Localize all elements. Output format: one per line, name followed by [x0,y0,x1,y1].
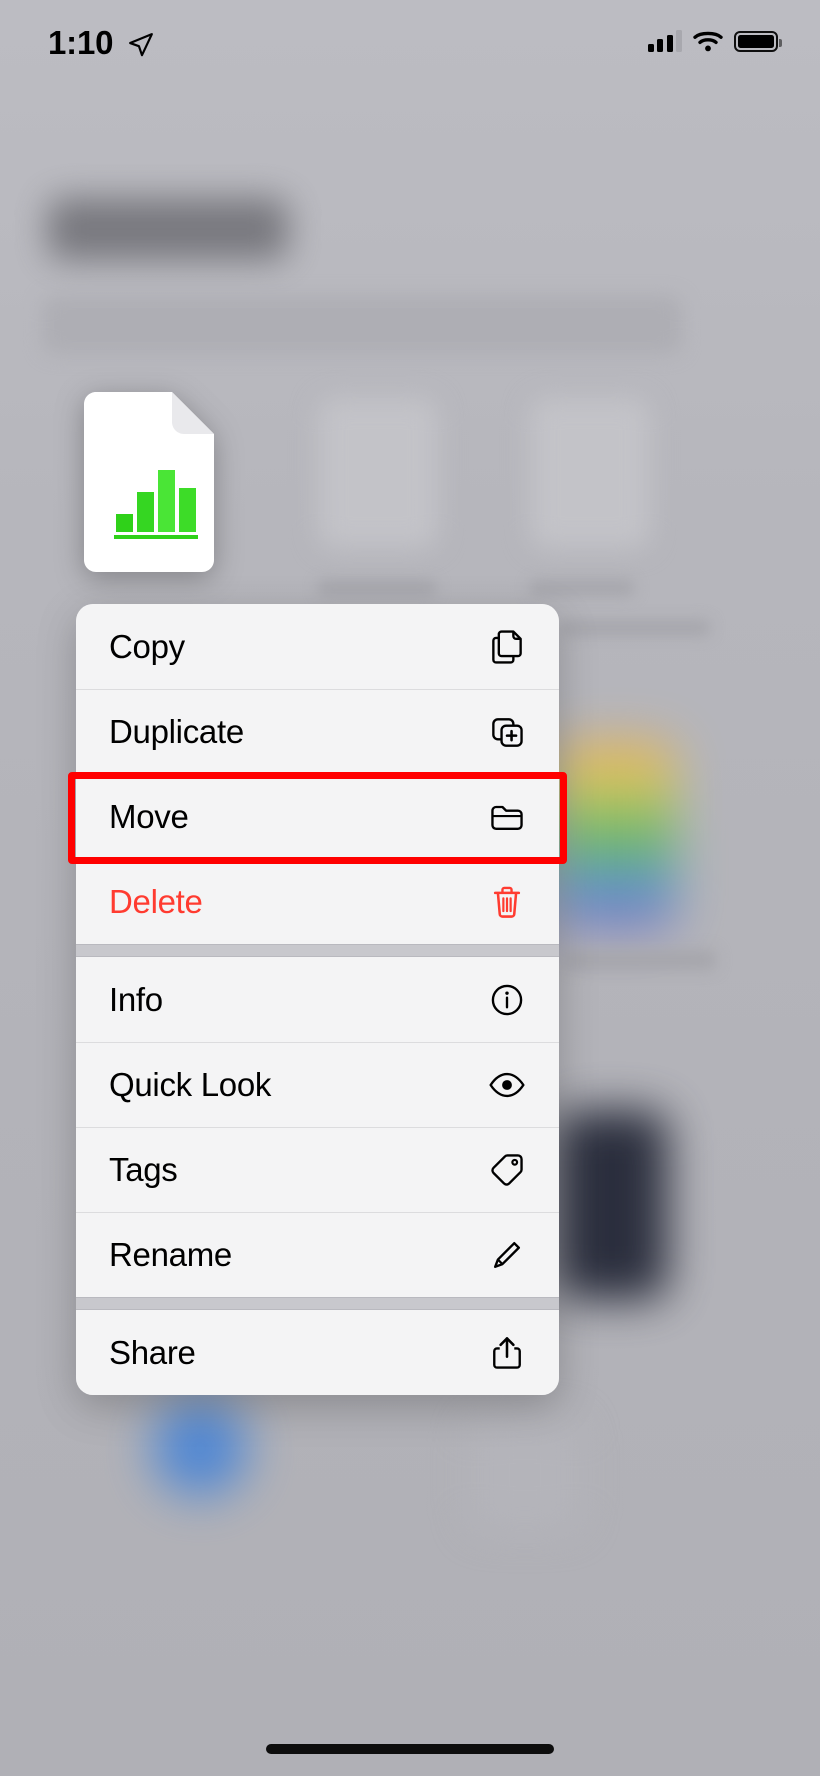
menu-group-separator [76,1297,559,1310]
blurred-search-field [42,296,682,354]
menu-item-copy[interactable]: Copy [76,604,559,689]
status-bar: 1:10 [0,0,820,96]
blurred-file-label [560,620,710,636]
blurred-page-title [48,198,288,260]
status-bar-indicators [647,30,782,52]
numbers-spreadsheet-file-icon[interactable] [76,392,214,572]
info-circle-icon [485,978,529,1022]
blurred-file-label [566,950,716,970]
battery-full-icon [734,31,782,52]
menu-item-quick-look[interactable]: Quick Look [76,1042,559,1127]
menu-item-rename[interactable]: Rename [76,1212,559,1297]
menu-item-label: Delete [109,883,203,920]
menu-item-label: Copy [109,627,185,665]
menu-item-label: Info [109,980,163,1018]
eye-icon [485,1063,529,1107]
menu-item-label: Share [109,1333,196,1371]
blurred-gray-thumbnail [470,1420,580,1530]
folder-icon [485,795,529,839]
tag-icon [485,1148,529,1192]
status-bar-time: 1:10 [48,24,114,61]
location-arrow-icon [129,33,153,57]
menu-item-label: Move [109,798,189,835]
menu-item-tags[interactable]: Tags [76,1127,559,1212]
copy-documents-icon [485,625,529,669]
pencil-icon [485,1233,529,1277]
menu-item-label: Tags [109,1151,178,1188]
menu-item-delete[interactable]: Delete [76,859,559,944]
menu-item-label: Rename [109,1236,232,1273]
blurred-file-label [530,580,634,596]
menu-item-share[interactable]: Share [76,1310,559,1395]
context-menu[interactable]: Copy Duplicate Move Delete Info Quick Lo… [76,604,559,1395]
wifi-icon [693,31,723,52]
trash-icon [485,880,529,924]
cellular-signal-icon [647,30,682,52]
blurred-colorful-thumbnail [556,740,676,930]
blurred-file-tile [318,398,438,548]
menu-group-separator [76,944,559,957]
menu-item-move[interactable]: Move [76,774,559,859]
menu-item-duplicate[interactable]: Duplicate [76,689,559,774]
blurred-file-tile [530,398,650,548]
blurred-dark-thumbnail [556,1110,668,1300]
blurred-file-label [318,580,436,596]
menu-item-label: Quick Look [109,1066,272,1103]
menu-item-label: Duplicate [109,713,244,750]
home-indicator[interactable] [266,1744,554,1754]
duplicate-plus-icon [485,710,529,754]
blurred-blue-thumbnail [152,1400,248,1496]
share-up-arrow-icon [485,1331,529,1375]
menu-item-info[interactable]: Info [76,957,559,1042]
